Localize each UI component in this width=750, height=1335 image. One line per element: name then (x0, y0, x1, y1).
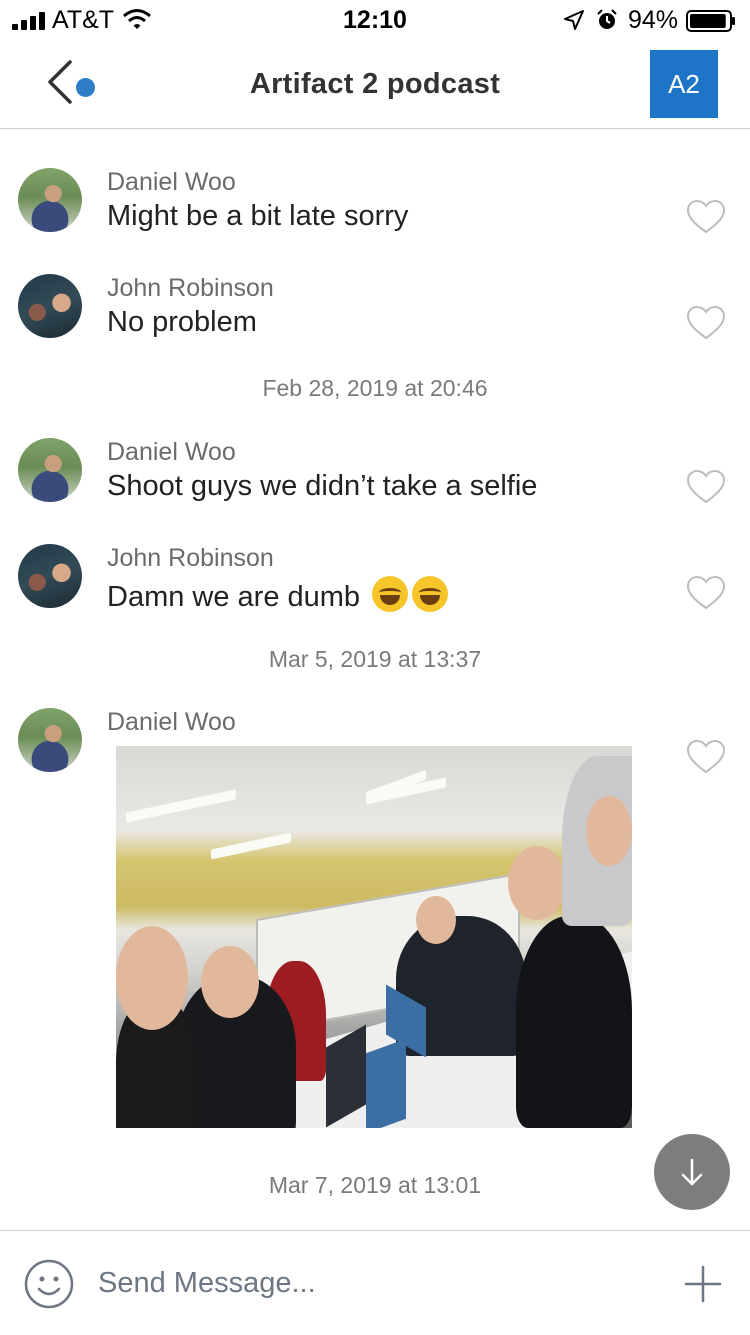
avatar[interactable] (18, 274, 82, 338)
heart-icon[interactable] (687, 576, 725, 610)
message-sender: John Robinson (107, 274, 274, 302)
heart-icon[interactable] (687, 470, 725, 504)
arrow-down-icon (681, 1158, 703, 1186)
location-arrow-icon (564, 10, 584, 30)
heart-icon[interactable] (687, 306, 725, 340)
timestamp-divider: Feb 28, 2019 at 20:46 (262, 375, 488, 401)
laughing-tears-emoji-icon (412, 576, 449, 612)
timestamp-divider: Mar 7, 2019 at 13:01 (268, 1172, 482, 1198)
laptop (366, 1038, 406, 1128)
avatar[interactable] (18, 168, 82, 232)
alarm-clock-icon (597, 9, 617, 29)
face (201, 946, 259, 1018)
group-avatar[interactable]: A2 (650, 50, 718, 118)
face (586, 796, 632, 866)
message-sender: Daniel Woo (107, 168, 236, 196)
message-sender: Daniel Woo (107, 438, 236, 466)
ceiling-light (211, 832, 291, 860)
heart-icon[interactable] (687, 740, 725, 774)
message-sender: Daniel Woo (107, 708, 236, 736)
message-text: Shoot guys we didn’t take a selfie (107, 470, 538, 502)
message-text: No problem (107, 306, 257, 338)
avatar[interactable] (18, 438, 82, 502)
ceiling-light (126, 789, 236, 823)
message-text-row: Damn we are dumb (107, 576, 449, 614)
face (416, 896, 456, 944)
person (516, 916, 632, 1128)
laughing-tears-emoji-icon (372, 576, 409, 612)
face (116, 926, 188, 1030)
heart-icon[interactable] (687, 200, 725, 234)
message-text: Might be a bit late sorry (107, 200, 409, 232)
battery-percentage: 94% (628, 6, 679, 34)
nav-bar: Artifact 2 podcast A2 (0, 40, 750, 129)
status-bar: AT&T 12:10 94% (0, 0, 750, 40)
face (508, 846, 566, 920)
message-sender: John Robinson (107, 544, 274, 572)
smiley-icon[interactable] (24, 1259, 74, 1309)
message-input[interactable] (98, 1267, 638, 1300)
avatar[interactable] (18, 544, 82, 608)
plus-icon[interactable] (684, 1265, 722, 1303)
timestamp-divider: Mar 5, 2019 at 13:37 (268, 646, 482, 672)
message-text: Damn we are dumb (107, 581, 361, 613)
battery-icon (686, 10, 735, 32)
conversation-title: Artifact 2 podcast (249, 68, 501, 100)
message-composer (0, 1230, 750, 1335)
avatar[interactable] (18, 708, 82, 772)
selfie-photo-attachment[interactable] (116, 746, 632, 1128)
scroll-to-bottom-button[interactable] (654, 1134, 730, 1210)
